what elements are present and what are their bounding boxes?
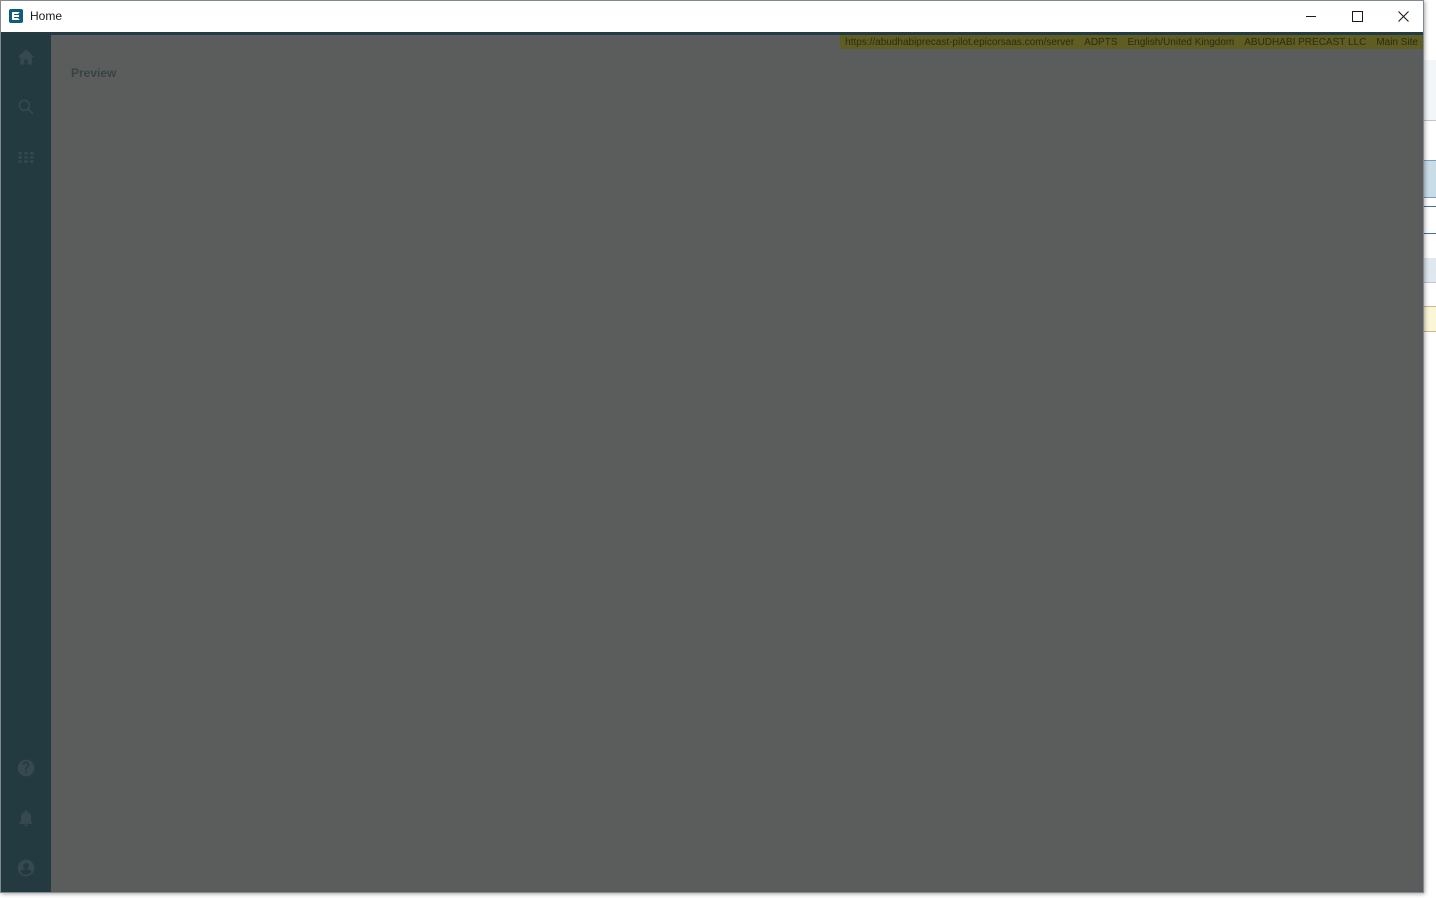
- background-window-edge: [1424, 0, 1436, 898]
- language: English/United Kingdom: [1127, 36, 1235, 48]
- session-info-bar: https://abudhabiprecast-pilot.epicorsaas…: [840, 35, 1423, 49]
- maximize-button[interactable]: [1334, 1, 1380, 32]
- notifications-button[interactable]: [14, 806, 38, 830]
- navigation-sidebar: [1, 35, 51, 892]
- user-account-icon: [17, 859, 35, 877]
- preview-label: Preview: [71, 66, 117, 80]
- user-id: ADPTS: [1084, 36, 1118, 48]
- help-icon: [17, 759, 35, 777]
- window-titlebar[interactable]: Home: [1, 1, 1423, 32]
- background-panel-strip: [1424, 258, 1436, 283]
- main-content-overlay: https://abudhabiprecast-pilot.epicorsaas…: [51, 35, 1423, 892]
- close-icon: [1397, 11, 1409, 22]
- home-button[interactable]: [14, 45, 38, 69]
- close-button[interactable]: [1380, 1, 1426, 32]
- background-panel-strip: [1424, 160, 1436, 198]
- company-name: ABUDHABI PRECAST LLC: [1244, 36, 1367, 48]
- epicor-logo-icon: [9, 9, 23, 23]
- home-icon: [17, 49, 35, 65]
- minimize-button[interactable]: [1288, 1, 1334, 32]
- background-panel-strip: [1424, 60, 1436, 121]
- search-icon: [18, 99, 34, 115]
- apps-grid-icon: [18, 152, 34, 163]
- window-title: Home: [30, 9, 63, 23]
- background-panel-strip: [1424, 306, 1436, 332]
- minimize-icon: [1306, 16, 1316, 17]
- user-account-button[interactable]: [14, 856, 38, 880]
- maximize-icon: [1351, 11, 1363, 22]
- search-button[interactable]: [14, 95, 38, 119]
- notifications-bell-icon: [19, 810, 33, 827]
- server-url: https://abudhabiprecast-pilot.epicorsaas…: [845, 36, 1075, 48]
- background-panel-strip: [1424, 206, 1436, 234]
- help-button[interactable]: [14, 756, 38, 780]
- apps-button[interactable]: [14, 145, 38, 169]
- site-name: Main Site: [1376, 36, 1418, 48]
- app-window: Home https://abudhabiprecast-pilot.epico…: [0, 0, 1424, 893]
